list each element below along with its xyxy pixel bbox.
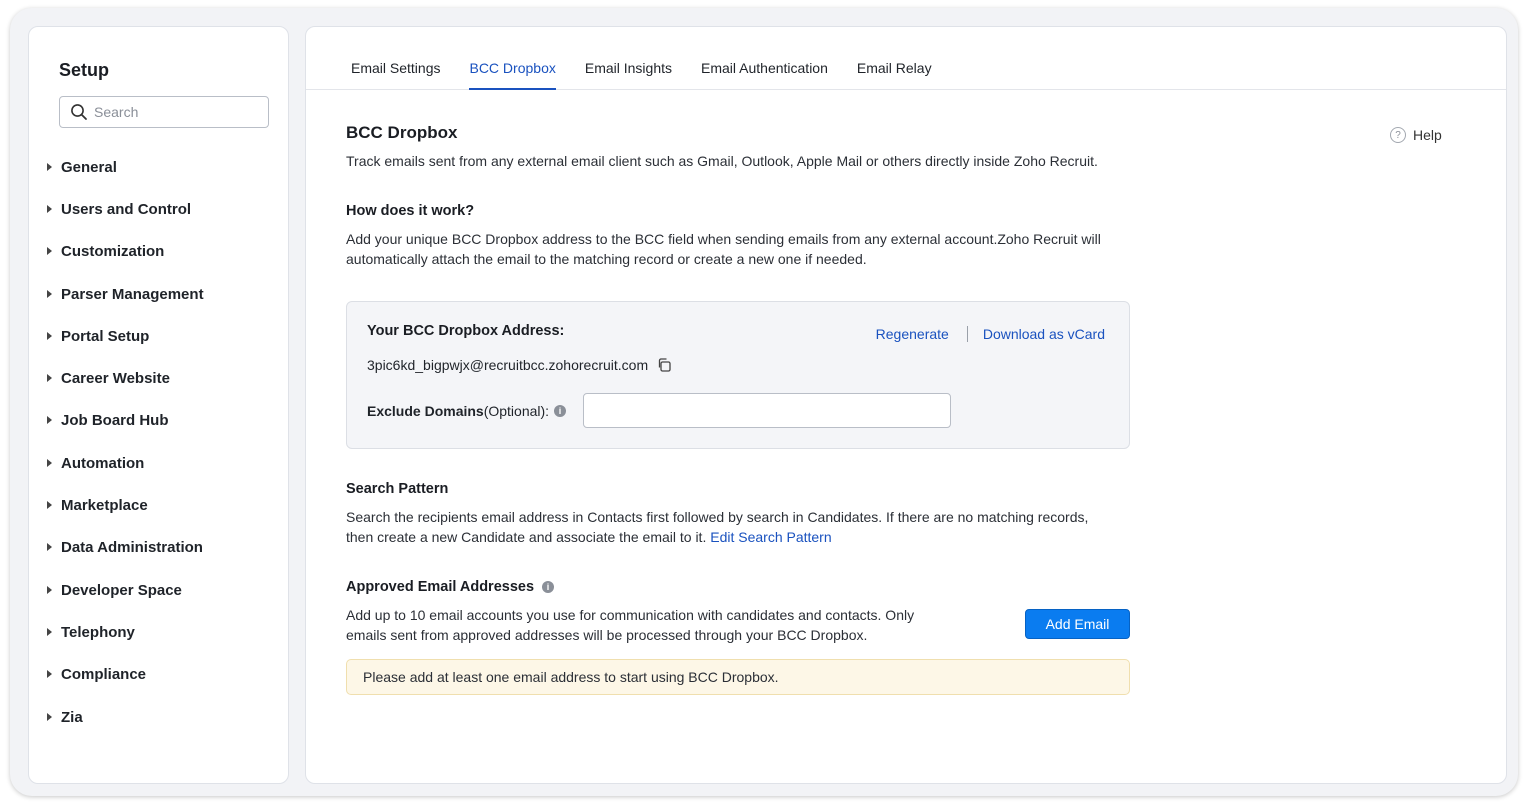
- sidebar-item-career-website[interactable]: Career Website: [47, 357, 204, 399]
- sidebar-title: Setup: [59, 60, 110, 80]
- caret-right-icon: [47, 670, 52, 679]
- sidebar-item-developer-space[interactable]: Developer Space: [47, 569, 204, 611]
- caret-right-icon: [47, 627, 52, 636]
- card-actions: Regenerate Download as vCard: [876, 326, 1105, 342]
- info-icon[interactable]: i: [542, 581, 555, 593]
- tab-email-authentication[interactable]: Email Authentication: [701, 60, 828, 89]
- regenerate-link[interactable]: Regenerate: [876, 326, 949, 342]
- bcc-address-value: 3pic6kd_bigpwjx@recruitbcc.zohorecruit.c…: [367, 357, 649, 373]
- sidebar-item-automation[interactable]: Automation: [47, 442, 204, 484]
- sidebar-item-marketplace[interactable]: Marketplace: [47, 484, 204, 526]
- sidebar-item-general[interactable]: General: [47, 146, 204, 188]
- caret-right-icon: [47, 416, 52, 425]
- sidebar-search[interactable]: [59, 96, 269, 128]
- how-title: How does it work?: [346, 203, 475, 219]
- sidebar-item-zia[interactable]: Zia: [47, 696, 204, 738]
- help-label: Help: [1413, 127, 1442, 143]
- exclude-domains-label: Exclude Domains (Optional): i: [367, 403, 567, 419]
- bcc-address-label: Your BCC Dropbox Address:: [367, 323, 565, 339]
- caret-right-icon: [47, 543, 52, 552]
- caret-right-icon: [47, 331, 52, 340]
- main-panel: Email Settings BCC Dropbox Email Insight…: [305, 26, 1507, 784]
- sidebar-item-users-and-control[interactable]: Users and Control: [47, 188, 204, 230]
- info-icon[interactable]: i: [554, 405, 567, 417]
- how-text-line-2: automatically attach the email to the ma…: [346, 251, 867, 267]
- sidebar-item-telephony[interactable]: Telephony: [47, 611, 204, 653]
- divider: [966, 326, 968, 342]
- setup-sidebar: Setup General Users and Control Customiz…: [28, 26, 289, 784]
- page-title: BCC Dropbox: [346, 123, 458, 142]
- search-icon: [64, 97, 94, 127]
- sidebar-item-compliance[interactable]: Compliance: [47, 654, 204, 696]
- approved-text-line-2: emails sent from approved addresses will…: [346, 627, 868, 643]
- sidebar-item-data-administration[interactable]: Data Administration: [47, 527, 204, 569]
- search-pattern-text-line-2: then create a new Candidate and associat…: [346, 529, 832, 545]
- exclude-domains-input[interactable]: [583, 393, 951, 428]
- caret-right-icon: [47, 162, 52, 171]
- tab-bcc-dropbox[interactable]: BCC Dropbox: [469, 60, 557, 90]
- caret-right-icon: [47, 712, 52, 721]
- edit-search-pattern-link[interactable]: Edit Search Pattern: [710, 529, 831, 545]
- approved-text-line-1: Add up to 10 email accounts you use for …: [346, 607, 915, 623]
- sidebar-item-parser-management[interactable]: Parser Management: [47, 273, 204, 315]
- sidebar-item-job-board-hub[interactable]: Job Board Hub: [47, 400, 204, 442]
- search-pattern-text-line-1: Search the recipients email address in C…: [346, 509, 1089, 525]
- how-text-line-1: Add your unique BCC Dropbox address to t…: [346, 231, 1101, 247]
- caret-right-icon: [47, 374, 52, 383]
- download-vcard-link[interactable]: Download as vCard: [983, 326, 1105, 342]
- email-tabs: Email Settings BCC Dropbox Email Insight…: [306, 27, 1506, 90]
- sidebar-nav: General Users and Control Customization …: [47, 146, 204, 738]
- search-pattern-title: Search Pattern: [346, 481, 449, 497]
- sidebar-item-customization[interactable]: Customization: [47, 231, 204, 273]
- caret-right-icon: [47, 585, 52, 594]
- bcc-address-row: 3pic6kd_bigpwjx@recruitbcc.zohorecruit.c…: [367, 357, 672, 373]
- add-email-button[interactable]: Add Email: [1025, 609, 1130, 639]
- tab-email-relay[interactable]: Email Relay: [857, 60, 932, 89]
- caret-right-icon: [47, 501, 52, 510]
- tab-email-insights[interactable]: Email Insights: [585, 60, 672, 89]
- bcc-address-card: Your BCC Dropbox Address: Regenerate Dow…: [346, 301, 1130, 449]
- caret-right-icon: [47, 247, 52, 256]
- approved-emails-title-row: Approved Email Addresses i: [346, 579, 555, 595]
- question-icon: ?: [1390, 127, 1406, 143]
- caret-right-icon: [47, 204, 52, 213]
- help-link[interactable]: ? Help: [1390, 127, 1442, 143]
- copy-icon[interactable]: [656, 357, 672, 373]
- caret-right-icon: [47, 458, 52, 467]
- approved-email-notice: Please add at least one email address to…: [346, 659, 1130, 695]
- sidebar-item-portal-setup[interactable]: Portal Setup: [47, 315, 204, 357]
- page-description: Track emails sent from any external emai…: [346, 153, 1098, 169]
- caret-right-icon: [47, 289, 52, 298]
- search-input[interactable]: [94, 98, 259, 126]
- tab-email-settings[interactable]: Email Settings: [351, 60, 440, 89]
